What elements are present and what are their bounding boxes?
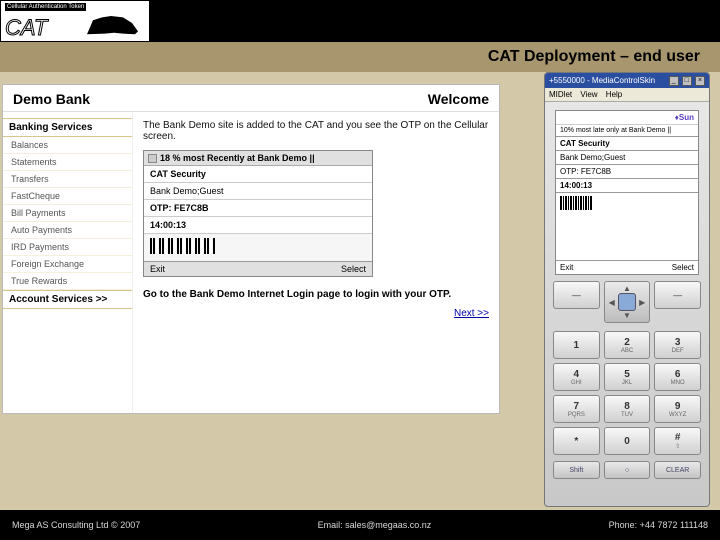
panther-icon <box>81 9 141 37</box>
logo-box: Cellular Authentication Token CAT <box>0 0 150 42</box>
sidebar-item[interactable]: True Rewards <box>3 273 132 290</box>
clear-button[interactable]: CLEAR <box>654 461 701 479</box>
stage: Demo Bank Welcome Banking Services Balan… <box>0 72 720 510</box>
footer-mid: Email: sales@megaas.co.nz <box>318 520 432 530</box>
close-icon[interactable]: × <box>695 76 705 86</box>
popup-security-heading: CAT Security <box>144 166 372 183</box>
bank-name: Demo Bank <box>13 91 90 107</box>
phone-screen: ♦Sun 10% most late only at Bank Demo || … <box>555 110 699 275</box>
main-text: The Bank Demo site is added to the CAT a… <box>143 120 489 142</box>
sidebar-heading: Banking Services <box>3 118 132 137</box>
minimize-icon[interactable]: _ <box>669 76 679 86</box>
header-strip: Cellular Authentication Token CAT <box>0 0 720 42</box>
power-button[interactable]: ○ <box>604 461 651 479</box>
key-star[interactable]: * <box>553 427 600 455</box>
ps-select: Select <box>672 263 694 272</box>
key-6[interactable]: 6MNO <box>654 363 701 391</box>
popup-otp: OTP: FE7C8B <box>144 200 372 217</box>
menu-view[interactable]: View <box>580 90 597 99</box>
phone-title: +5550000 - MediaControlSkin <box>549 76 655 85</box>
popup-title: 18 % most Recently at Bank Demo || <box>160 153 315 163</box>
key-0[interactable]: 0 <box>604 427 651 455</box>
popup-sys-icon <box>148 154 157 163</box>
footer: Mega AS Consulting Ltd © 2007 Email: sal… <box>0 510 720 540</box>
arrow-left-icon[interactable]: ◀ <box>609 298 615 307</box>
ps-security: CAT Security <box>556 137 698 151</box>
bottom-row: Shift ○ CLEAR <box>545 461 709 485</box>
window-controls: _ □ × <box>668 75 705 86</box>
key-hash[interactable]: #⇧ <box>654 427 701 455</box>
sidebar-heading-2[interactable]: Account Services >> <box>3 290 132 309</box>
sidebar-item[interactable]: Foreign Exchange <box>3 256 132 273</box>
key-4[interactable]: 4GHI <box>553 363 600 391</box>
softkey-right[interactable]: — <box>654 281 701 309</box>
bank-panel: Demo Bank Welcome Banking Services Balan… <box>2 84 500 414</box>
popup-exit[interactable]: Exit <box>150 264 165 274</box>
key-1[interactable]: 1 <box>553 331 600 359</box>
ps-guest: Bank Demo;Guest <box>556 151 698 165</box>
logo-text: CAT <box>5 15 47 41</box>
sidebar-item[interactable]: Transfers <box>3 171 132 188</box>
popup-footer: Exit Select <box>144 261 372 276</box>
ps-softlabels: Exit Select <box>556 260 698 274</box>
sidebar-item[interactable]: Statements <box>3 154 132 171</box>
sidebar: Banking Services Balances Statements Tra… <box>3 112 133 412</box>
menu-midlet[interactable]: MIDlet <box>549 90 572 99</box>
nav-center-button[interactable] <box>618 293 636 311</box>
sidebar-item[interactable]: Auto Payments <box>3 222 132 239</box>
sidebar-item[interactable]: Bill Payments <box>3 205 132 222</box>
phone-menubar: MIDlet View Help <box>545 88 709 102</box>
softkey-row: — ▲ ▼ ◀ ▶ — <box>545 281 709 323</box>
arrow-down-icon[interactable]: ▼ <box>623 311 631 320</box>
shift-button[interactable]: Shift <box>553 461 600 479</box>
footer-left: Mega AS Consulting Ltd © 2007 <box>12 520 140 530</box>
phone-emulator: +5550000 - MediaControlSkin _ □ × MIDlet… <box>544 72 710 507</box>
arrow-up-icon[interactable]: ▲ <box>623 284 631 293</box>
popup-guest: Bank Demo;Guest <box>144 183 372 200</box>
softkey-left[interactable]: — <box>553 281 600 309</box>
ps-title: 10% most late only at Bank Demo || <box>556 125 698 137</box>
popup-time: 14:00:13 <box>144 217 372 234</box>
sun-logo: ♦Sun <box>556 111 698 125</box>
ps-otp: OTP: FE7C8B <box>556 165 698 179</box>
page-title: CAT Deployment – end user <box>488 48 700 66</box>
footer-right: Phone: +44 7872 111148 <box>609 520 708 530</box>
otp-popup: 18 % most Recently at Bank Demo || CAT S… <box>143 150 373 277</box>
key-7[interactable]: 7PQRS <box>553 395 600 423</box>
key-2[interactable]: 2ABC <box>604 331 651 359</box>
phone-titlebar[interactable]: +5550000 - MediaControlSkin _ □ × <box>545 73 709 88</box>
main-column: The Bank Demo site is added to the CAT a… <box>133 112 499 412</box>
key-3[interactable]: 3DEF <box>654 331 701 359</box>
nav-dpad[interactable]: ▲ ▼ ◀ ▶ <box>604 281 651 323</box>
bank-header: Demo Bank Welcome <box>3 85 499 112</box>
ps-exit: Exit <box>560 263 573 272</box>
arrow-right-icon[interactable]: ▶ <box>639 298 645 307</box>
go-text: Go to the Bank Demo Internet Login page … <box>143 289 489 300</box>
key-5[interactable]: 5JKL <box>604 363 651 391</box>
menu-help[interactable]: Help <box>606 90 622 99</box>
next-link[interactable]: Next >> <box>143 308 489 319</box>
key-9[interactable]: 9WXYZ <box>654 395 701 423</box>
bank-welcome: Welcome <box>428 91 489 107</box>
key-8[interactable]: 8TUV <box>604 395 651 423</box>
popup-select[interactable]: Select <box>341 264 366 274</box>
logo-small-label: Cellular Authentication Token <box>5 3 86 11</box>
ps-time: 14:00:13 <box>556 179 698 193</box>
sidebar-item[interactable]: Balances <box>3 137 132 154</box>
ps-barcode-icon <box>556 193 698 215</box>
keypad: 1 2ABC 3DEF 4GHI 5JKL 6MNO 7PQRS 8TUV 9W… <box>545 327 709 461</box>
title-band: CAT Deployment – end user <box>0 42 720 72</box>
popup-titlebar: 18 % most Recently at Bank Demo || <box>144 151 372 166</box>
maximize-icon[interactable]: □ <box>682 76 692 86</box>
sidebar-item[interactable]: IRD Payments <box>3 239 132 256</box>
barcode-icon <box>144 234 372 261</box>
sidebar-item[interactable]: FastCheque <box>3 188 132 205</box>
